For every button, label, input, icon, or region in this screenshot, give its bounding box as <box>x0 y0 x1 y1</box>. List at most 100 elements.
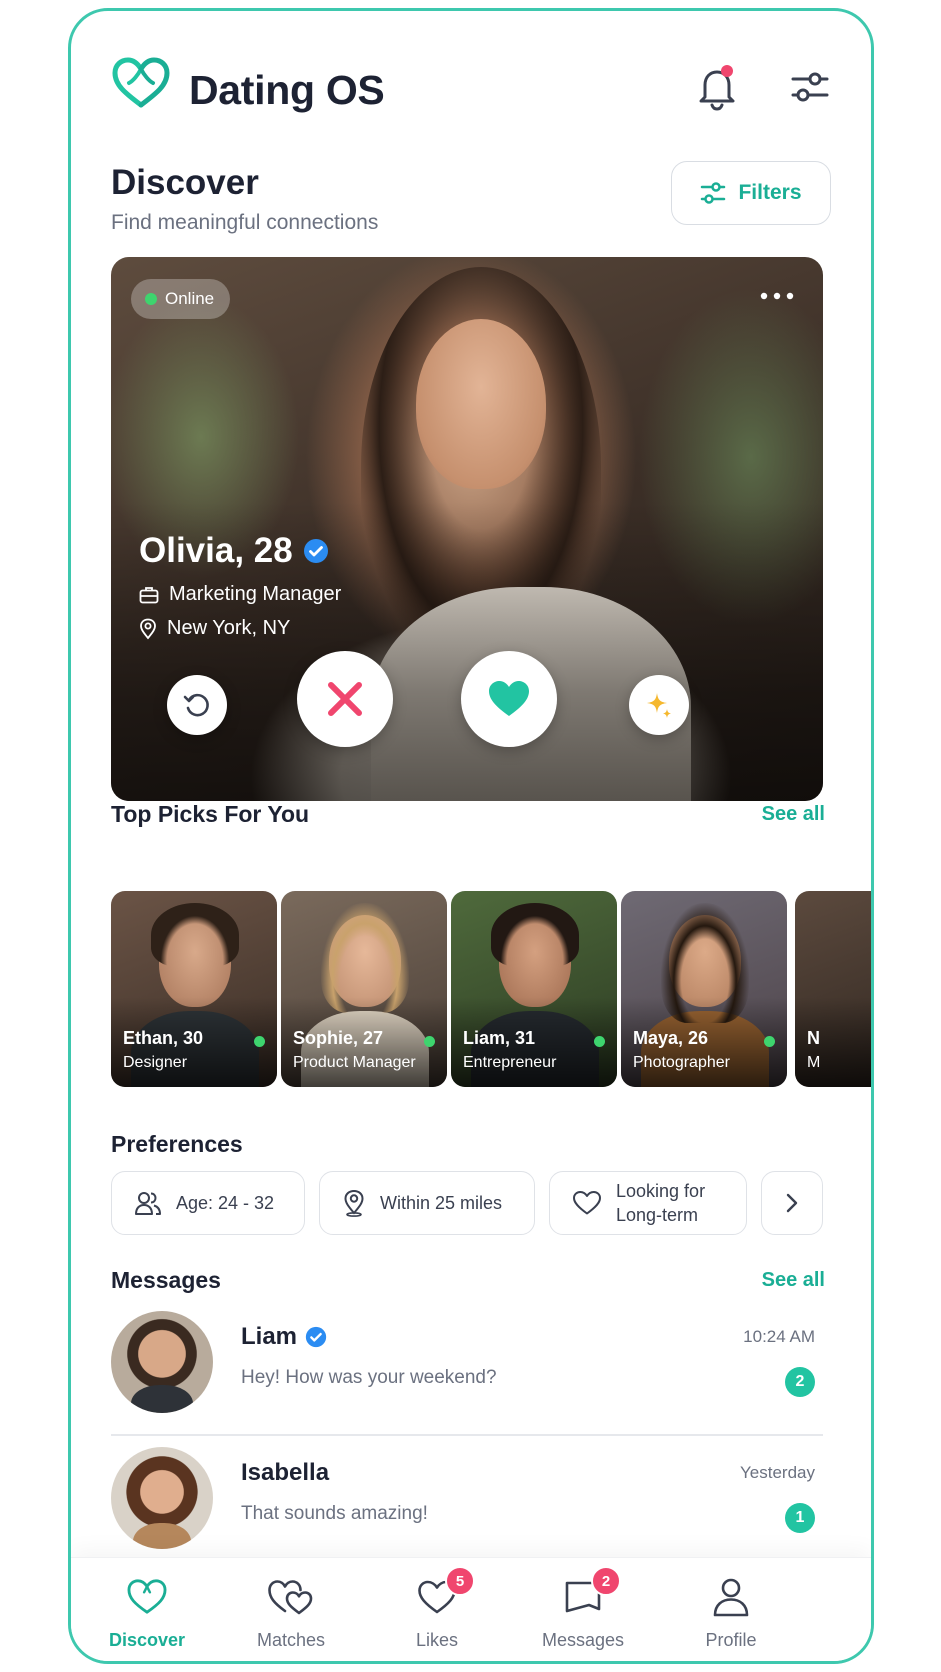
sliders-icon[interactable] <box>789 67 831 107</box>
top-picks-see-all-link[interactable]: See all <box>762 803 825 826</box>
relationship-preference-chip[interactable]: Looking for Long-term <box>549 1171 747 1235</box>
heart-logo-icon <box>112 57 170 108</box>
message-preview: Hey! How was your weekend? <box>241 1367 497 1388</box>
avatar <box>111 1447 213 1549</box>
pick-name: Ethan, 30 <box>123 1028 204 1048</box>
app-header: Dating OS <box>111 55 831 115</box>
pick-role: M <box>807 1054 821 1071</box>
pick-name: Sophie, 27 <box>293 1028 384 1048</box>
phone-frame: Dating OS Discover Find meaningful conne… <box>68 8 874 1664</box>
filters-button[interactable]: Filters <box>671 161 831 225</box>
nav-discover[interactable]: Discover <box>87 1574 207 1658</box>
profile-card[interactable]: Online Olivia, 28 Marketing Manager New … <box>111 257 823 801</box>
preferences-title: Preferences <box>111 1131 243 1157</box>
location-pin-icon <box>140 618 156 639</box>
app-title: Dating OS <box>189 67 385 113</box>
nav-likes[interactable]: 5 Likes <box>377 1566 497 1658</box>
rewind-icon <box>183 693 209 717</box>
status-badge: Online <box>131 279 231 319</box>
profile-name: Olivia, 28 <box>139 531 293 570</box>
more-icon[interactable] <box>759 291 795 301</box>
message-time: 10:24 AM <box>743 1327 815 1346</box>
nav-label: Messages <box>541 1630 625 1650</box>
heart-logo-icon <box>127 1579 167 1614</box>
notification-dot <box>721 65 733 77</box>
divider <box>111 1434 823 1436</box>
profile-job-row: Marketing Manager <box>139 583 341 606</box>
page-subtitle: Find meaningful connections <box>111 211 379 234</box>
nav-messages[interactable]: 2 Messages <box>523 1566 643 1658</box>
online-dot <box>424 1036 435 1047</box>
pass-button[interactable] <box>297 651 393 747</box>
distance-preference-label: Within 25 miles <box>380 1192 503 1213</box>
users-icon <box>135 1192 161 1215</box>
top-picks-carousel[interactable]: Ethan, 30 Designer Sophie, 27 Product Ma… <box>111 891 871 1087</box>
heart-outline-icon <box>573 1191 601 1215</box>
pick-name: Liam, 31 <box>463 1028 536 1048</box>
page-title: Discover <box>111 163 259 202</box>
top-picks-title: Top Picks For You <box>111 801 310 827</box>
pick-role: Photographer <box>633 1054 730 1071</box>
online-dot <box>145 293 157 305</box>
nav-label: Profile <box>705 1630 757 1650</box>
profile-name-row: Olivia, 28 <box>139 531 329 571</box>
sparkle-icon <box>647 693 671 718</box>
filters-label: Filters <box>738 181 802 204</box>
online-dot <box>254 1036 265 1047</box>
nav-label: Discover <box>108 1630 186 1650</box>
message-sender: Liam <box>241 1323 327 1351</box>
super-like-button[interactable] <box>629 675 689 735</box>
online-dot <box>594 1036 605 1047</box>
distance-preference-chip[interactable]: Within 25 miles <box>319 1171 535 1235</box>
pick-role: Entrepreneur <box>463 1054 557 1071</box>
notifications-button[interactable] <box>695 63 739 111</box>
bottom-nav: Discover Matches 5 Likes 2 Messages Prof… <box>71 1557 871 1661</box>
pick-card[interactable]: Liam, 31 Entrepreneur <box>451 891 617 1087</box>
nav-profile[interactable]: Profile <box>671 1574 791 1658</box>
age-preference-chip[interactable]: Age: 24 - 32 <box>111 1171 305 1235</box>
heart-icon <box>489 681 529 716</box>
relationship-preference-label: Looking for Long-term <box>616 1181 706 1225</box>
briefcase-icon <box>139 586 159 603</box>
pick-role: Product Manager <box>293 1054 416 1071</box>
profile-location: New York, NY <box>167 617 291 639</box>
message-preview: That sounds amazing! <box>241 1503 428 1524</box>
message-sender-name: Isabella <box>241 1459 330 1486</box>
matches-icon <box>268 1580 313 1615</box>
pick-name: Maya, 26 <box>633 1028 709 1048</box>
profile-location-row: New York, NY <box>139 617 290 640</box>
message-time: Yesterday <box>740 1463 815 1482</box>
pick-card[interactable]: Maya, 26 Photographer <box>621 891 787 1087</box>
chevron-right-icon <box>786 1193 798 1213</box>
online-dot <box>764 1036 775 1047</box>
pick-name: N <box>807 1028 820 1048</box>
avatar <box>111 1311 213 1413</box>
message-sender: Isabella <box>241 1459 329 1487</box>
nav-matches[interactable]: Matches <box>231 1574 351 1658</box>
rewind-button[interactable] <box>167 675 227 735</box>
user-icon <box>713 1578 749 1617</box>
message-row[interactable]: Isabella That sounds amazing! Yesterday … <box>111 1447 823 1559</box>
pick-card[interactable]: Ethan, 30 Designer <box>111 891 277 1087</box>
like-button[interactable] <box>461 651 557 747</box>
pick-card[interactable]: N M <box>795 891 871 1087</box>
likes-badge: 5 <box>445 1566 475 1596</box>
messages-badge: 2 <box>591 1566 621 1596</box>
verified-icon <box>303 539 328 563</box>
status-label: Online <box>165 289 215 308</box>
pick-role: Designer <box>123 1054 188 1071</box>
profile-job: Marketing Manager <box>169 583 342 605</box>
message-sender-name: Liam <box>241 1323 298 1350</box>
nav-label: Likes <box>415 1630 459 1650</box>
pick-card[interactable]: Sophie, 27 Product Manager <box>281 891 447 1087</box>
age-preference-label: Age: 24 - 32 <box>176 1192 275 1213</box>
preferences-next-button[interactable] <box>761 1171 823 1235</box>
verified-icon <box>305 1326 327 1348</box>
messages-see-all-link[interactable]: See all <box>762 1269 825 1292</box>
message-row[interactable]: Liam Hey! How was your weekend? 10:24 AM… <box>111 1311 823 1423</box>
messages-title: Messages <box>111 1267 221 1293</box>
nav-label: Matches <box>256 1630 326 1650</box>
close-icon <box>328 682 362 716</box>
unread-badge: 1 <box>785 1503 815 1533</box>
location-pin-icon <box>344 1189 364 1217</box>
